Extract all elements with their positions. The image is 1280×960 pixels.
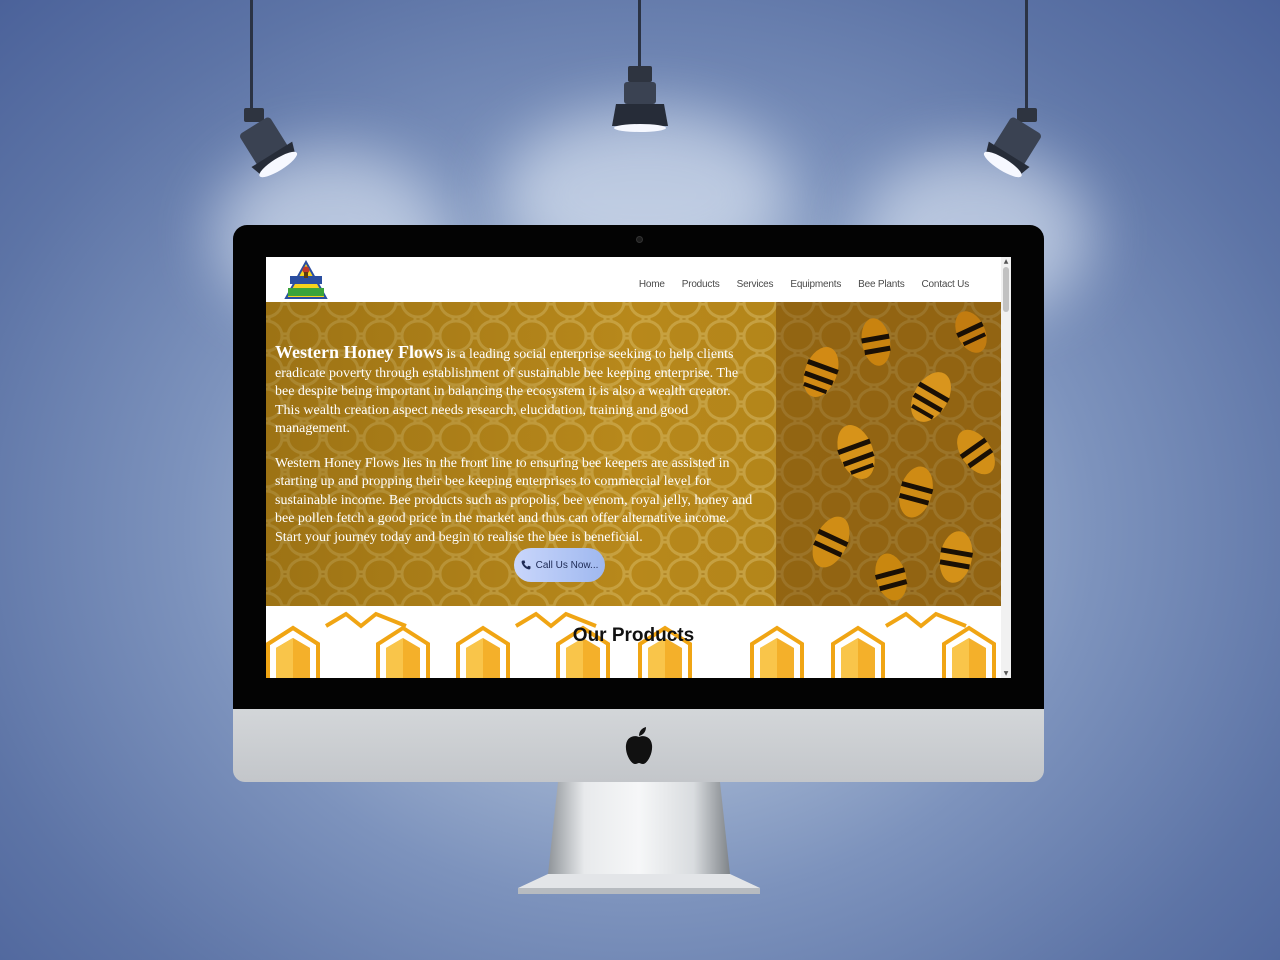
- imac-stand: [518, 782, 760, 894]
- nav-bee-plants[interactable]: Bee Plants: [858, 279, 905, 290]
- scroll-down-icon[interactable]: ▼: [1001, 670, 1011, 677]
- call-us-label: Call Us Now...: [535, 559, 599, 571]
- site-logo[interactable]: [282, 260, 330, 300]
- website-screen: Home Products Services Equipments Bee Pl…: [266, 257, 1011, 678]
- scroll-up-icon[interactable]: ▲: [1001, 258, 1011, 265]
- page-scrollbar[interactable]: ▲ ▼: [1001, 257, 1011, 678]
- main-nav: Home Products Services Equipments Bee Pl…: [639, 279, 969, 290]
- lamp-cable-left: [250, 0, 253, 112]
- nav-services[interactable]: Services: [737, 279, 774, 290]
- nav-equipments[interactable]: Equipments: [790, 279, 841, 290]
- products-title: Our Products: [572, 625, 695, 646]
- hero-paragraph-1: Western Honey Flows is a leading social …: [275, 343, 755, 439]
- products-section: Our Products: [266, 606, 1001, 678]
- nav-contact-us[interactable]: Contact Us: [922, 279, 970, 290]
- scrollbar-thumb[interactable]: [1003, 267, 1009, 312]
- hero-text: Western Honey Flows is a leading social …: [275, 343, 755, 563]
- brand-name: Western Honey Flows: [275, 342, 443, 362]
- imac-chin: [233, 709, 1044, 782]
- call-us-button[interactable]: Call Us Now...: [514, 548, 605, 582]
- hero-banner: Western Honey Flows is a leading social …: [266, 302, 1001, 606]
- apple-logo-icon: [625, 727, 653, 764]
- lamp-cable-right: [1025, 0, 1028, 112]
- spotlight-icon: [983, 108, 1041, 178]
- webcam: [636, 236, 643, 243]
- nav-products[interactable]: Products: [682, 279, 720, 290]
- nav-home[interactable]: Home: [639, 279, 665, 290]
- lamp-cable-center: [638, 0, 641, 66]
- spotlight-icon: [612, 66, 668, 132]
- phone-icon: [521, 560, 531, 570]
- spotlight-icon: [240, 108, 298, 178]
- site-navbar: Home Products Services Equipments Bee Pl…: [266, 257, 1001, 302]
- hero-paragraph-2: Western Honey Flows lies in the front li…: [275, 455, 753, 545]
